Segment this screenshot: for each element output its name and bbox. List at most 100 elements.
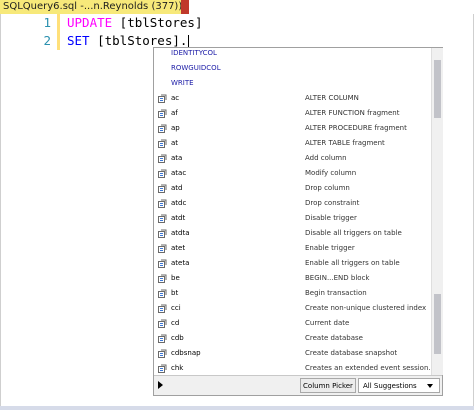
suggestion-name: cdb — [171, 334, 184, 342]
line-number: 2 — [43, 33, 51, 48]
suggestion-name: ac — [171, 94, 180, 102]
suggestion-item[interactable]: bt Begin transaction — [154, 286, 431, 301]
intellisense-popup: IDENTITYCOL ROWGUIDCOL WRITE ac ALTER COLUMN… — [153, 47, 443, 396]
suggestion-description: Create non-unique clustered index — [305, 304, 427, 312]
suggestion-name: atd — [171, 184, 183, 192]
suggestion-filter-label: All Suggestions — [363, 382, 417, 390]
suggestion-name: bt — [171, 289, 179, 297]
change-marker — [57, 14, 60, 32]
suggestion-name: cdbsnap — [171, 349, 201, 357]
suggestion-name: WRITE — [171, 79, 194, 87]
suggestion-item[interactable]: at ALTER TABLE fragment — [154, 136, 431, 151]
suggestion-item[interactable]: ata Add column — [154, 151, 431, 166]
window-frame-bottom — [0, 406, 474, 410]
suggestion-item[interactable]: atdt Disable trigger — [154, 211, 431, 226]
code-line-1: 1 UPDATE [tblStores] — [1, 14, 474, 32]
suggestion-name: ROWGUIDCOL — [171, 64, 221, 72]
snippet-icon — [158, 334, 167, 343]
suggestion-description: Disable all triggers on table — [305, 229, 402, 237]
suggestion-item[interactable]: cdbsnap Create database snapshot — [154, 346, 431, 361]
change-marker — [57, 32, 60, 50]
suggestion-name: af — [171, 109, 178, 117]
suggestion-description: Drop column — [305, 184, 350, 192]
snippet-icon — [158, 244, 167, 253]
suggestion-item[interactable]: atd Drop column — [154, 181, 431, 196]
suggestion-item[interactable]: be BEGIN...END block — [154, 271, 431, 286]
suggestion-list: IDENTITYCOL ROWGUIDCOL WRITE ac ALTER COLUMN… — [154, 48, 431, 375]
suggestion-description: Enable all triggers on table — [305, 259, 400, 267]
snippet-icon — [158, 124, 167, 133]
suggestion-description: Creates an extended event session... — [305, 364, 431, 372]
suggestion-item[interactable]: cci Create non-unique clustered index — [154, 301, 431, 316]
snippet-icon — [158, 364, 167, 373]
suggestion-description: ALTER FUNCTION fragment — [305, 109, 400, 117]
suggestion-description: Current date — [305, 319, 350, 327]
suggestion-name: IDENTITYCOL — [171, 49, 217, 57]
suggestion-item[interactable]: ateta Enable all triggers on table — [154, 256, 431, 271]
keyword-update: UPDATE — [67, 15, 113, 30]
snippet-icon — [158, 214, 167, 223]
suggestion-name: cd — [171, 319, 180, 327]
snippet-icon — [158, 154, 167, 163]
scrollbar-thumb[interactable] — [434, 60, 441, 118]
snippet-icon — [158, 259, 167, 268]
tab-close-button[interactable] — [181, 0, 189, 14]
play-icon[interactable] — [158, 381, 163, 389]
suggestion-description: Begin transaction — [305, 289, 367, 297]
suggestion-name: ata — [171, 154, 183, 162]
suggestion-item[interactable]: atdc Drop constraint — [154, 196, 431, 211]
code-text: UPDATE [tblStores] — [67, 14, 202, 32]
suggestion-item[interactable]: af ALTER FUNCTION fragment — [154, 106, 431, 121]
snippet-icon — [158, 184, 167, 193]
suggestion-filter-dropdown[interactable]: All Suggestions — [358, 378, 440, 393]
table-identifier: [tblStores]. — [89, 33, 188, 48]
suggestion-description: Enable trigger — [305, 244, 355, 252]
chevron-down-icon — [427, 384, 433, 388]
suggestion-name: atac — [171, 169, 187, 177]
suggestion-item[interactable]: WRITE — [154, 76, 431, 91]
suggestion-description: Create database snapshot — [305, 349, 398, 357]
suggestion-name: atet — [171, 244, 186, 252]
suggestion-name: be — [171, 274, 180, 282]
suggestion-description: Drop constraint — [305, 199, 360, 207]
suggestion-item[interactable]: ROWGUIDCOL — [154, 61, 431, 76]
suggestion-description: Create database — [305, 334, 363, 342]
suggestion-description: BEGIN...END block — [305, 274, 370, 282]
query-tab[interactable]: SQLQuery6.sql -...n.Reynolds (377))* — [0, 0, 187, 14]
suggestion-name: at — [171, 139, 179, 147]
snippet-icon — [158, 274, 167, 283]
snippet-icon — [158, 289, 167, 298]
column-picker-button[interactable]: Column Picker — [300, 378, 356, 393]
suggestion-item[interactable]: cd Current date — [154, 316, 431, 331]
suggestion-item[interactable]: IDENTITYCOL — [154, 48, 431, 61]
suggestion-description: Add column — [305, 154, 347, 162]
suggestion-item[interactable]: chk Creates an extended event session... — [154, 361, 431, 375]
suggestion-description: Modify column — [305, 169, 357, 177]
suggestion-item[interactable]: ap ALTER PROCEDURE fragment — [154, 121, 431, 136]
keyword-set: SET — [67, 33, 90, 48]
table-identifier: [tblStores] — [112, 15, 203, 30]
suggestion-footer: Column Picker All Suggestions — [154, 375, 442, 395]
snippet-icon — [158, 349, 167, 358]
suggestion-name: ap — [171, 124, 180, 132]
suggestion-item[interactable]: atdta Disable all triggers on table — [154, 226, 431, 241]
suggestion-name: atdc — [171, 199, 187, 207]
document-tab-strip: SQLQuery6.sql -...n.Reynolds (377))* — [0, 0, 474, 14]
vertical-scrollbar[interactable] — [431, 48, 443, 375]
scrollbar-thumb-lower — [434, 294, 441, 354]
snippet-icon — [158, 169, 167, 178]
snippet-icon — [158, 229, 167, 238]
suggestion-item[interactable]: atet Enable trigger — [154, 241, 431, 256]
snippet-icon — [158, 199, 167, 208]
suggestion-item[interactable]: cdb Create database — [154, 331, 431, 346]
suggestion-name: ateta — [171, 259, 190, 267]
suggestion-item[interactable]: ac ALTER COLUMN — [154, 91, 431, 106]
snippet-icon — [158, 304, 167, 313]
suggestion-description: Disable trigger — [305, 214, 357, 222]
suggestion-description: ALTER COLUMN — [305, 94, 359, 102]
suggestion-description: ALTER TABLE fragment — [305, 139, 385, 147]
suggestion-item[interactable]: atac Modify column — [154, 166, 431, 181]
suggestion-name: cci — [171, 304, 181, 312]
suggestion-name: atdta — [171, 229, 190, 237]
snippet-icon — [158, 319, 167, 328]
